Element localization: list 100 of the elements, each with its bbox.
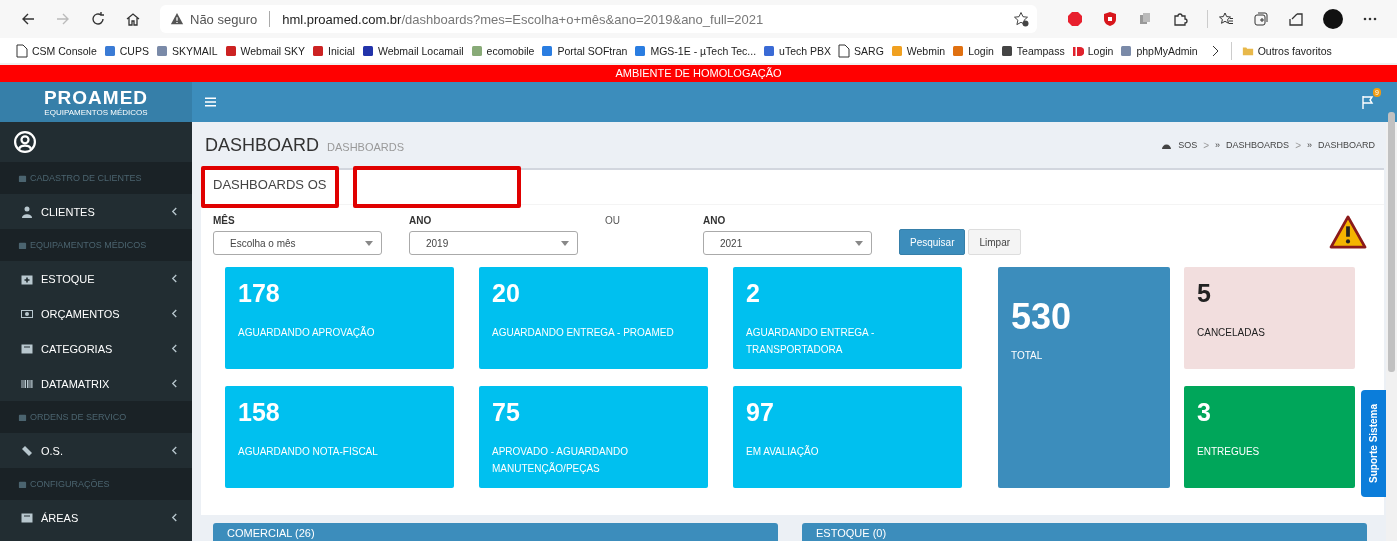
tile-label: AGUARDANDO APROVAÇÃO xyxy=(238,325,376,340)
breadcrumb-separator: > xyxy=(1295,139,1301,151)
shield-icon[interactable] xyxy=(1102,11,1118,27)
menu-icon[interactable] xyxy=(205,97,216,107)
collections-icon[interactable] xyxy=(1253,11,1269,27)
copies-icon[interactable] xyxy=(1137,11,1153,27)
breadcrumb-link[interactable]: SOS xyxy=(1178,140,1198,150)
adblock-icon[interactable] xyxy=(1067,11,1083,27)
tile-value: 2 xyxy=(746,279,761,307)
site-icon xyxy=(1000,43,1013,58)
site-icon xyxy=(1120,43,1133,58)
tile-label: APROVADO - AGUARDANDO MANUTENÇÃO/PEÇAS xyxy=(492,445,629,476)
tile-label: AGUARDANDO ENTREGA - PROAMED xyxy=(492,326,675,340)
site-icon xyxy=(224,43,237,58)
site-icon xyxy=(361,43,374,58)
stat-tile[interactable]: 5 CANCELADAS xyxy=(1184,267,1355,369)
bookmark-item[interactable]: MGS-1E - µTech Tec... xyxy=(634,43,757,58)
scrollbar-thumb[interactable] xyxy=(1388,112,1395,372)
box-title: DASHBOARDS OS xyxy=(201,166,339,208)
user-icon[interactable] xyxy=(14,131,36,153)
list-icon xyxy=(21,511,33,524)
select-field[interactable]: 2021 xyxy=(703,231,872,255)
warning-icon xyxy=(170,12,184,26)
page-icon xyxy=(16,43,28,58)
sidebar-section-header: EQUIPAMENTOS MÉDICOS xyxy=(0,229,192,261)
bookmark-item[interactable]: Webmin xyxy=(890,43,946,58)
search-button[interactable]: Pesquisar xyxy=(899,229,966,255)
bookmark-item[interactable]: Portal SOFtran xyxy=(541,43,628,58)
bookmark-item[interactable]: Login xyxy=(952,43,994,58)
filter-label: ANO xyxy=(703,215,727,226)
caret-icon xyxy=(365,240,373,246)
site-icon xyxy=(155,43,168,58)
sidebar-section-header: ORDENS DE SERVICO xyxy=(0,401,192,433)
chevron-left-icon xyxy=(171,309,178,318)
select-field[interactable]: 2019 xyxy=(409,231,578,255)
flag-icon[interactable] xyxy=(1361,95,1375,109)
reload-icon[interactable] xyxy=(90,11,106,27)
tile-label: TOTAL xyxy=(1011,349,1044,363)
bookmark-item[interactable]: CUPS xyxy=(103,43,149,58)
breadcrumb-link[interactable]: DASHBOARD xyxy=(1318,140,1375,150)
money-icon xyxy=(21,307,33,320)
breadcrumb-link[interactable]: DASHBOARDS xyxy=(1226,140,1290,150)
breadcrumb-separator: » xyxy=(1306,140,1312,150)
environment-banner: AMBIENTE DE HOMOLOGAÇÃO xyxy=(0,65,1397,82)
warning-icon xyxy=(1329,215,1367,249)
bookmark-item[interactable]: phpMyAdmin xyxy=(1120,43,1198,58)
chevron-left-icon xyxy=(171,446,178,455)
stat-tile[interactable]: 530 TOTAL xyxy=(998,267,1170,488)
sidebar-item[interactable]: ESTOQUE xyxy=(0,261,192,296)
sidebar-section-header: CADASTRO DE CLIENTES xyxy=(0,162,192,194)
site-icon xyxy=(763,43,776,58)
tile-label: AGUARDANDO ENTREGA - TRANSPORTADORA xyxy=(746,326,876,357)
page-title: DASHBOARD xyxy=(205,134,320,156)
tile-value: 3 xyxy=(1197,398,1212,426)
add-favorite-icon[interactable] xyxy=(1013,11,1029,27)
bookmark-item[interactable]: Login xyxy=(1071,43,1114,58)
address-bar[interactable]: Não seguro hml.proamed.com.br/dashboards?mes=Escolha+o+mês&ano=2019&ano_full=2021 xyxy=(160,5,1037,33)
tile-value: 158 xyxy=(238,398,281,426)
sidebar-item[interactable]: DATAMATRIX xyxy=(0,366,192,401)
bookmark-item[interactable]: SARG xyxy=(838,43,884,58)
sidebar-item[interactable]: O.S. xyxy=(0,433,192,468)
sidebar-item[interactable]: ÁREAS xyxy=(0,500,192,535)
tile-value: 97 xyxy=(746,398,775,426)
bookmark-item[interactable]: SKYMAIL xyxy=(155,43,218,58)
sidebar-item[interactable]: CATEGORIAS xyxy=(0,331,192,366)
select-field[interactable]: Escolha o mês xyxy=(213,231,382,255)
bookmark-folder[interactable]: Outros favoritos xyxy=(1241,43,1332,58)
bookmark-item[interactable]: uTech PBX xyxy=(763,43,832,58)
sidebar-item[interactable]: ORÇAMENTOS xyxy=(0,296,192,331)
tile-label: ENTREGUES xyxy=(1197,445,1261,459)
tile-value: 75 xyxy=(492,398,521,426)
caret-icon xyxy=(855,240,863,246)
bookmark-item[interactable]: Webmail SKY xyxy=(224,43,306,58)
site-icon xyxy=(952,43,965,58)
favorites-icon[interactable] xyxy=(1218,11,1234,27)
tile-value: 530 xyxy=(1011,297,1073,337)
back-icon[interactable] xyxy=(20,11,36,27)
url-text: hml.proamed.com.br/dashboards?mes=Escolha+o+mês&ano=2019&ano_full=2021 xyxy=(282,11,765,27)
home-icon[interactable] xyxy=(125,11,141,27)
section-panel-header: ESTOQUE (0) xyxy=(802,523,1367,541)
bookmark-item[interactable]: CSM Console xyxy=(16,43,97,58)
site-icon xyxy=(470,43,483,58)
sidebar-item[interactable]: CLIENTES xyxy=(0,194,192,229)
puzzle-icon[interactable] xyxy=(1172,11,1188,27)
clear-button[interactable]: Limpar xyxy=(968,229,1022,255)
logo[interactable]: PROAMED EQUIPAMENTOS MÉDICOS xyxy=(0,82,192,122)
bookmark-item[interactable]: Teampass xyxy=(1000,43,1065,58)
site-icon xyxy=(634,43,647,58)
site-icon xyxy=(890,43,903,58)
tile-label: AGUARDANDO NOTA-FISCAL xyxy=(238,445,379,459)
tile-value: 5 xyxy=(1197,279,1212,307)
filter-label: MÊS xyxy=(213,215,236,226)
site-icon xyxy=(312,43,325,58)
bookmark-item[interactable]: Inicial xyxy=(312,43,355,58)
bookmark-item[interactable]: ecomobile xyxy=(470,43,535,58)
share-icon[interactable] xyxy=(1288,11,1304,27)
avatar-icon[interactable] xyxy=(1323,9,1343,29)
bookmark-item[interactable]: Webmail Locamail xyxy=(361,43,464,58)
ticket-icon xyxy=(21,444,33,457)
support-tab[interactable]: Suporte Sistema xyxy=(1361,390,1386,497)
